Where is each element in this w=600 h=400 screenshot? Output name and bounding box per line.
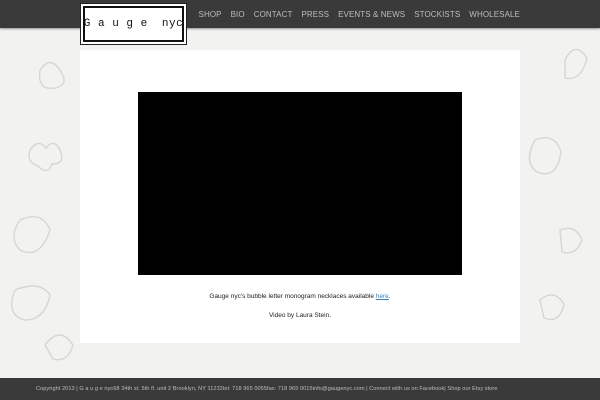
nav-bio[interactable]: BIO — [231, 10, 245, 19]
logo[interactable]: G a u g e nyc — [80, 3, 187, 45]
nav-press[interactable]: PRESS — [301, 10, 329, 19]
video-caption: Gauge nyc's bubble letter monogram neckl… — [80, 293, 520, 300]
nav-stockists[interactable]: STOCKISTS — [414, 10, 460, 19]
main-nav: SHOP BIO CONTACT PRESS EVENTS & NEWS STO… — [190, 0, 520, 28]
nav-contact[interactable]: CONTACT — [254, 10, 293, 19]
video-player[interactable] — [138, 92, 462, 275]
nav-events-news[interactable]: EVENTS & NEWS — [338, 10, 405, 19]
caption-here-link[interactable]: here — [376, 293, 389, 300]
caption-period: . — [388, 293, 391, 300]
video-credit: Video by Laura Stein. — [268, 312, 332, 319]
nav-shop[interactable]: SHOP — [199, 10, 222, 19]
nav-wholesale[interactable]: WHOLESALE — [469, 10, 520, 19]
logo-text[interactable]: G a u g e nyc — [83, 6, 184, 42]
footer-text: Copyright 2013 | G a u g e nyc68 34th st… — [36, 386, 498, 392]
footer-bar: Copyright 2013 | G a u g e nyc68 34th st… — [0, 378, 600, 400]
content-panel: Gauge nyc's bubble letter monogram neckl… — [80, 50, 520, 343]
caption-text: Gauge nyc's bubble letter monogram neckl… — [209, 293, 376, 300]
